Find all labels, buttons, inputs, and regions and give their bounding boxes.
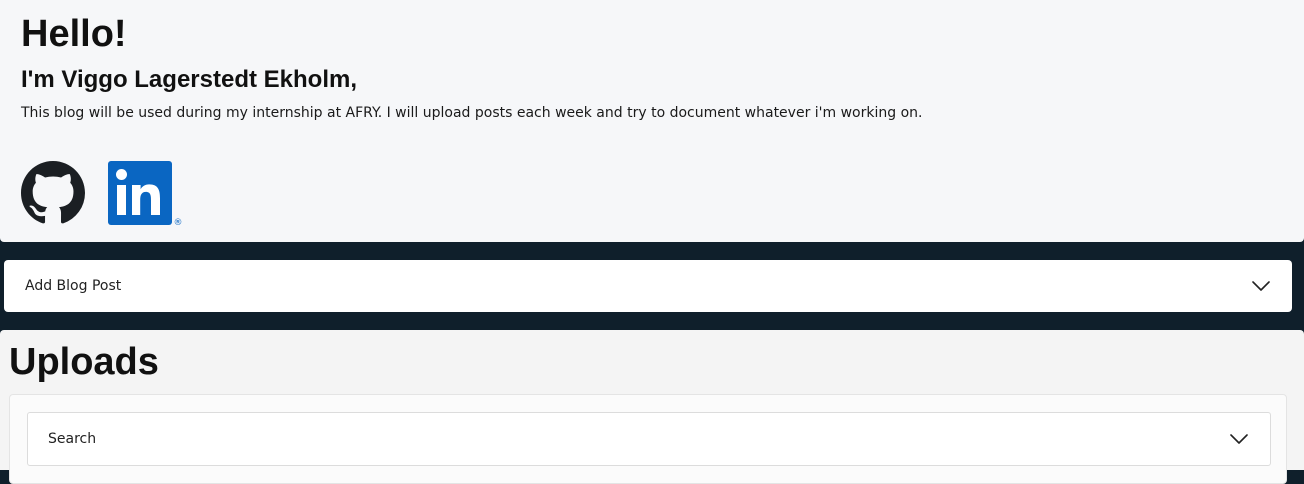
linkedin-registered-mark: ®: [174, 218, 183, 227]
add-blog-post-toggle[interactable]: Add Blog Post: [4, 260, 1292, 312]
search-toggle[interactable]: Search: [27, 412, 1271, 466]
github-icon: [21, 161, 85, 224]
chevron-down-icon: [1230, 434, 1248, 444]
search-label: Search: [48, 431, 97, 447]
add-blog-post-label: Add Blog Post: [25, 278, 122, 294]
uploads-heading: Uploads: [9, 341, 159, 383]
uploads-card: Search: [9, 394, 1287, 484]
chevron-down-icon: [1252, 281, 1270, 291]
linkedin-link[interactable]: ®: [108, 161, 186, 231]
github-link[interactable]: [21, 161, 85, 229]
intro-heading: I'm Viggo Lagerstedt Ekholm,: [21, 66, 357, 93]
uploads-section: Uploads Search: [0, 330, 1304, 484]
linkedin-icon: ®: [108, 161, 183, 228]
blog-description: This blog will be used during my interns…: [21, 105, 923, 121]
hero-section: Hello! I'm Viggo Lagerstedt Ekholm, This…: [0, 0, 1304, 242]
greeting-heading: Hello!: [21, 13, 127, 55]
social-links: ®: [21, 161, 186, 231]
